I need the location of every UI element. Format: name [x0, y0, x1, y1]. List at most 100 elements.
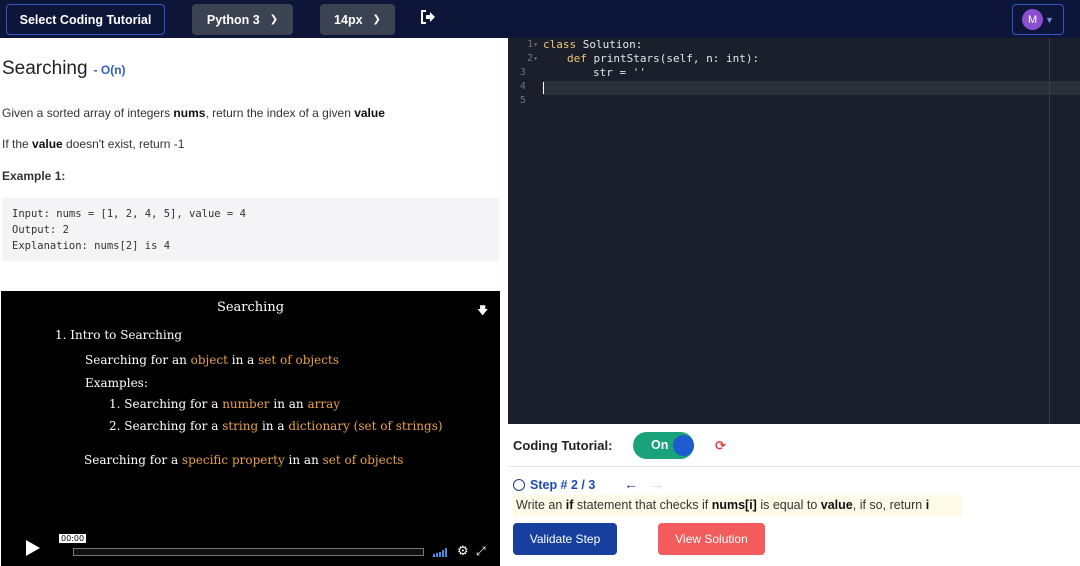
code-text: Solution:	[576, 38, 643, 51]
chevron-down-icon: ❯	[269, 14, 279, 25]
text-highlight: dictionary (set of strings)	[288, 419, 443, 433]
keyword: def	[567, 52, 587, 65]
text: in a	[258, 419, 289, 433]
logout-icon[interactable]	[419, 8, 437, 26]
step-label: Step # 2 / 3	[530, 478, 596, 492]
example-line: Output: 2	[12, 224, 69, 236]
text: , if so, return	[852, 498, 926, 512]
slide-line: 2. Searching for a string in a dictionar…	[109, 419, 443, 433]
top-bar: Select Coding Tutorial Python 3 ❯ 14px ❯…	[0, 0, 1080, 38]
text: Searching for a	[84, 453, 182, 467]
line-number: 2▾	[508, 53, 538, 64]
toggle-knob	[673, 435, 694, 456]
example-line: Input: nums = [1, 2, 4, 5], value = 4	[12, 208, 246, 220]
slide-line: 1. Searching for a number in an array	[109, 397, 340, 411]
code-line: def printStars(self, n: int):	[567, 52, 759, 65]
volume-bar	[433, 554, 435, 557]
line-number-text: 4	[519, 81, 526, 92]
text: If the	[2, 137, 33, 151]
language-dropdown[interactable]: Python 3 ❯	[192, 4, 293, 35]
code-text: str =	[593, 66, 633, 79]
text-highlight: specific property	[181, 453, 285, 467]
text-bold: nums[i]	[711, 498, 757, 512]
text-bold: value	[32, 137, 63, 151]
line-number-gutter: 1▾ 2▾ 3 4 5	[508, 38, 542, 424]
code-line: str = ''	[593, 66, 646, 79]
text: in a	[227, 353, 259, 367]
problem-description: Given a sorted array of integers nums, r…	[2, 106, 385, 120]
text-highlight: string	[222, 419, 259, 433]
problem-panel: Searching - O(n) Given a sorted array of…	[0, 38, 508, 290]
font-size-dropdown[interactable]: 14px ❯	[320, 4, 395, 35]
text: is equal to	[756, 498, 821, 512]
next-step-arrow-icon[interactable]: →	[650, 476, 664, 492]
step-instruction: Write an if statement that checks if num…	[513, 495, 962, 517]
fold-icon[interactable]: ▾	[533, 54, 538, 63]
volume-bar	[445, 548, 447, 557]
text-bold: value	[354, 106, 385, 120]
tutorial-toggle[interactable]: On	[633, 432, 694, 459]
code-editor[interactable]: 1▾ 2▾ 3 4 5 class Solution: def printSta…	[508, 38, 1080, 424]
step-indicator: Step # 2 / 3	[513, 478, 595, 492]
volume-icon[interactable]	[433, 547, 447, 557]
keyword: class	[543, 38, 577, 51]
refresh-icon[interactable]: ⟳	[715, 438, 726, 454]
slide-title: Searching	[216, 300, 285, 315]
text: in an	[284, 453, 323, 467]
slide-line: 1. Intro to Searching	[55, 328, 183, 342]
chevron-down-icon: ▼	[1045, 14, 1054, 25]
previous-step-arrow-icon[interactable]: ←	[624, 476, 638, 492]
view-solution-button[interactable]: View Solution	[658, 523, 765, 555]
font-size-dropdown-label: 14px	[334, 12, 363, 27]
line-number: 4	[508, 81, 538, 92]
text-cursor	[543, 82, 544, 94]
fullscreen-icon[interactable]: ⤢	[476, 544, 486, 559]
coding-tutorial-panel: Coding Tutorial: On ⟳ Step # 2 / 3 ← → W…	[508, 424, 1080, 566]
line-number: 1▾	[508, 39, 538, 50]
slide-line: Examples:	[85, 376, 148, 390]
line-number-text: 5	[519, 95, 526, 106]
text: Write an	[516, 498, 566, 512]
play-icon[interactable]	[26, 540, 40, 556]
video-progress-bar[interactable]	[73, 548, 424, 556]
text-highlight: number	[222, 397, 270, 411]
volume-bar	[436, 553, 438, 557]
string-literal: ''	[632, 66, 646, 79]
text: 1. Searching for a	[109, 397, 223, 411]
volume-bar	[439, 552, 441, 557]
user-menu-button[interactable]: M ▼	[1012, 4, 1064, 35]
toggle-label: On	[651, 438, 669, 452]
select-coding-tutorial-button[interactable]: Select Coding Tutorial	[6, 4, 165, 35]
video-player[interactable]: Searching 🡇 1. Intro to Searching Search…	[1, 291, 500, 566]
text-highlight: set of objects	[258, 353, 339, 367]
text-highlight: array	[307, 397, 341, 411]
slide-line: Searching for a specific property in an …	[84, 453, 403, 467]
chevron-down-icon: ❯	[372, 14, 381, 25]
validate-step-button[interactable]: Validate Step	[513, 523, 617, 555]
slide-line: Searching for an object in a set of obje…	[85, 353, 339, 367]
text: , return the index of a given	[205, 106, 355, 120]
example-heading: Example 1:	[2, 169, 66, 183]
video-time: 00:00	[59, 534, 87, 543]
download-icon[interactable]: 🡇	[477, 302, 488, 321]
divider	[508, 466, 1080, 467]
line-number: 5	[508, 95, 538, 106]
complexity-badge: - O(n)	[93, 63, 126, 77]
gear-icon[interactable]: ⚙	[457, 544, 469, 559]
text: 2. Searching for a	[109, 419, 223, 433]
active-line-highlight	[542, 81, 1080, 95]
coding-tutorial-label: Coding Tutorial:	[513, 438, 613, 453]
line-number-text: 3	[519, 67, 526, 78]
code-text: printStars(self, n: int):	[586, 52, 760, 65]
text: in an	[269, 397, 308, 411]
volume-bar	[442, 550, 444, 557]
text: doesn't exist, return -1	[62, 137, 185, 151]
example-code-block: Input: nums = [1, 2, 4, 5], value = 4 Ou…	[2, 198, 499, 261]
language-dropdown-label: Python 3	[206, 12, 260, 27]
print-margin	[1049, 38, 1050, 424]
step-status-icon	[513, 479, 525, 491]
text-highlight: object	[190, 353, 228, 367]
problem-note: If the value doesn't exist, return -1	[2, 137, 184, 151]
fold-icon[interactable]: ▾	[533, 40, 538, 49]
code-line: class Solution:	[543, 38, 642, 51]
